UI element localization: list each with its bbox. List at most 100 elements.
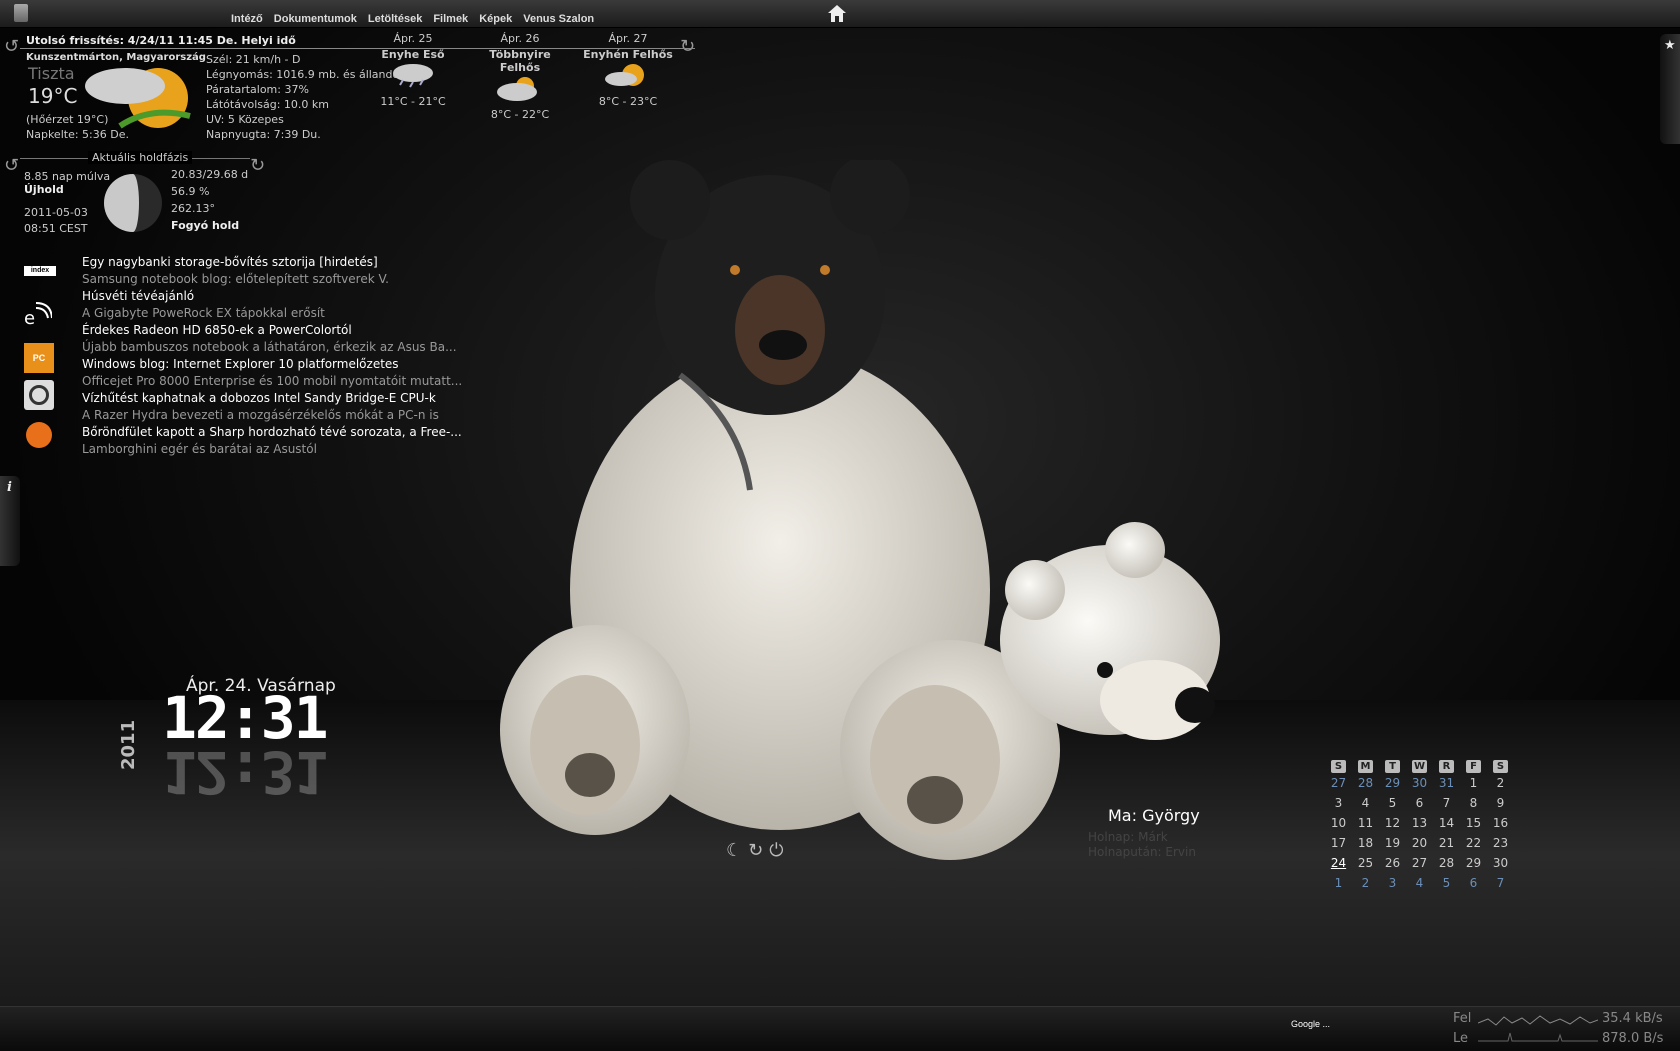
weather-next-arrow[interactable]: ↻ [680,36,695,57]
calendar-day[interactable]: 19 [1379,833,1406,853]
google-search-gadget[interactable]: Google ... [1291,1019,1330,1029]
calendar-day[interactable]: 2 [1487,773,1514,793]
moon-prev-arrow[interactable]: ↺ [4,155,19,176]
calendar-day[interactable]: 3 [1325,793,1352,813]
news-item[interactable]: A Gigabyte PoweRock EX tápokkal erősít [82,305,462,322]
info-side-tab[interactable]: i [0,476,20,566]
news-item[interactable]: Vízhűtést kaphatnak a dobozos Intel Sand… [82,390,462,407]
forecast-day-3: Ápr. 27 Enyhén Felhős 8°C - 23°C [578,32,678,108]
news-item[interactable]: Windows blog: Internet Explorer 10 platf… [82,356,462,373]
calendar-day[interactable]: 30 [1487,853,1514,873]
nav-item-filmek[interactable]: Filmek [433,13,468,25]
forecast-range: 11°C - 21°C [380,95,446,108]
forecast-date: Ápr. 25 [393,32,433,45]
calendar-day[interactable]: 3 [1379,873,1406,893]
nameday-today: Ma: György [1108,806,1200,825]
calendar-day[interactable]: 13 [1406,813,1433,833]
nav-item-venus-szalon[interactable]: Venus Szalon [523,13,594,25]
news-item[interactable]: Egy nagybanki storage-bővítés sztorija [… [82,254,462,271]
e-rss-logo-icon[interactable]: e [24,300,52,328]
news-item[interactable]: Újabb bambuszos notebook a láthatáron, é… [82,339,462,356]
calendar-day[interactable]: 20 [1406,833,1433,853]
calendar-week-row: 1234567 [1325,873,1514,893]
calendar-day[interactable]: 2 [1352,873,1379,893]
shutdown-icon[interactable]: ⏻ [769,840,789,861]
news-item[interactable]: Érdekes Radeon HD 6850-ek a PowerColortó… [82,322,462,339]
nameday-tomorrow: Holnap: Márk [1088,830,1168,844]
calendar-day[interactable]: 26 [1379,853,1406,873]
moon-next-arrow[interactable]: ↻ [250,155,265,176]
calendar-day[interactable]: 31 [1433,773,1460,793]
power-controls: ☾↻⏻ [726,840,789,861]
calendar-day[interactable]: 24 [1325,853,1352,873]
nav-item-dokumentumok[interactable]: Dokumentumok [274,13,357,25]
index-logo-icon[interactable]: index [24,266,56,276]
moon-title: Aktuális holdfázis [88,151,193,164]
calendar-week-row: 24 25 26 27 28 29 30 [1325,853,1514,873]
weather-sunrise: Napkelte: 5:36 De. [26,128,129,141]
sleep-icon[interactable]: ☾ [726,840,748,861]
restart-icon[interactable]: ↻ [748,840,769,861]
home-icon[interactable] [827,4,847,23]
pc-forum-logo-icon[interactable]: PC fórum [24,343,54,373]
moon-icon [104,174,162,232]
calendar-weekday: S [1325,760,1352,773]
calendar-day[interactable]: 23 [1487,833,1514,853]
calendar-day[interactable]: 15 [1460,813,1487,833]
trash-icon[interactable] [14,4,28,22]
nav-item-intezo[interactable]: Intéző [231,13,263,25]
favorites-side-tab[interactable]: ★ [1660,34,1680,144]
calendar-day[interactable]: 21 [1433,833,1460,853]
calendar-day[interactable]: 4 [1406,873,1433,893]
calendar-day[interactable]: 18 [1352,833,1379,853]
calendar-day[interactable]: 29 [1379,773,1406,793]
calendar-day[interactable]: 6 [1406,793,1433,813]
weather-prev-arrow[interactable]: ↺ [4,36,19,57]
network-graph [1478,1015,1598,1042]
calendar-day[interactable]: 4 [1352,793,1379,813]
calendar-day[interactable]: 27 [1325,773,1352,793]
news-item[interactable]: Bőröndfület kapott a Sharp hordozható té… [82,424,462,441]
calendar-day[interactable]: 10 [1325,813,1352,833]
calendar-day[interactable]: 7 [1487,873,1514,893]
calendar-day[interactable]: 8 [1460,793,1487,813]
mobilarena-logo-icon[interactable] [26,422,52,448]
rain-icon [393,64,433,88]
calendar-day[interactable]: 22 [1460,833,1487,853]
nav-item-kepek[interactable]: Képek [479,13,512,25]
launcher-nav: Intéző Dokumentumok Letöltések Filmek Képek V… [231,7,605,26]
calendar-day[interactable]: 1 [1460,773,1487,793]
news-item[interactable]: Officejet Pro 8000 Enterprise és 100 mob… [82,373,462,390]
calendar-day[interactable]: 28 [1352,773,1379,793]
calendar-day[interactable]: 25 [1352,853,1379,873]
calendar-day[interactable]: 9 [1487,793,1514,813]
calendar-day[interactable]: 12 [1379,813,1406,833]
news-item[interactable]: A Razer Hydra bevezeti a mozgásérzékelős… [82,407,462,424]
calendar-day[interactable]: 5 [1379,793,1406,813]
calendar-day[interactable]: 14 [1433,813,1460,833]
calendar-day[interactable]: 27 [1406,853,1433,873]
calendar-day[interactable]: 6 [1460,873,1487,893]
calendar-day[interactable]: 28 [1433,853,1460,873]
calendar-day[interactable]: 7 [1433,793,1460,813]
calendar-day[interactable]: 1 [1325,873,1352,893]
calendar-day[interactable]: 16 [1487,813,1514,833]
weather-detail-uv: UV: 5 Közepes [206,113,284,126]
calendar-day[interactable]: 11 [1352,813,1379,833]
weather-feels: (Hőérzet 19°C) [26,113,109,126]
moon-illumination: 56.9 % [171,185,210,198]
nav-item-letoltesek[interactable]: Letöltések [368,13,422,25]
star-icon: ★ [1664,38,1676,53]
net-down-label: Le [1453,1031,1469,1046]
calendar-day[interactable]: 17 [1325,833,1352,853]
news-item[interactable]: Lamborghini egér és barátai az Asustól [82,441,462,458]
news-item[interactable]: Samsung notebook blog: előtelepített szo… [82,271,462,288]
calendar-day[interactable]: 29 [1460,853,1487,873]
clock-time-reflection: 12:31 [162,738,327,806]
prohardver-logo-icon[interactable] [24,380,54,410]
calendar-weekday: R [1433,760,1460,773]
calendar-week-row: 17 18 19 20 21 22 23 [1325,833,1514,853]
calendar-day[interactable]: 5 [1433,873,1460,893]
news-item[interactable]: Húsvéti tévéajánló [82,288,462,305]
calendar-day[interactable]: 30 [1406,773,1433,793]
